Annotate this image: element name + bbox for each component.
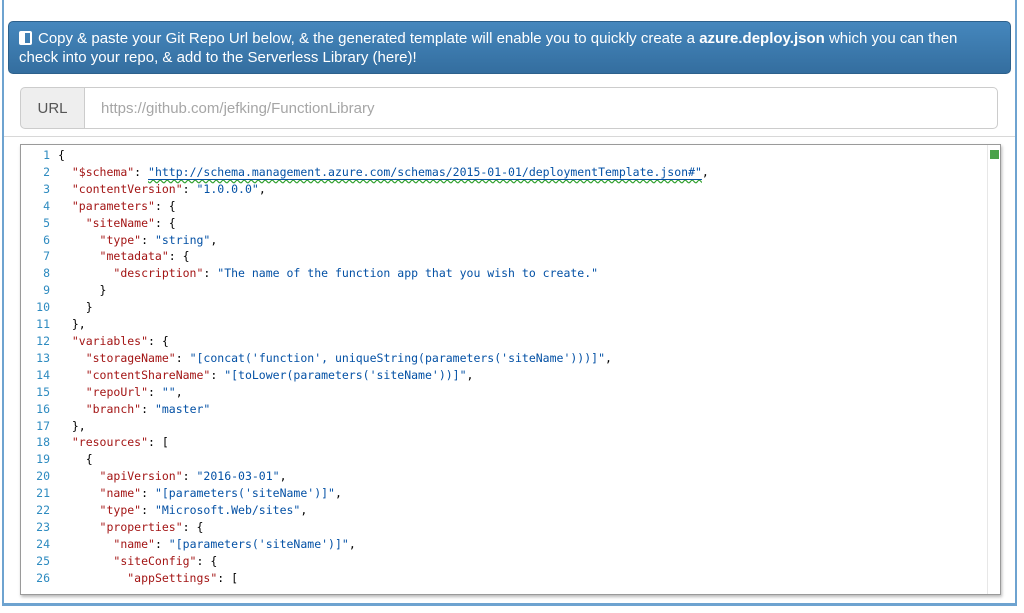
line-number: 22 bbox=[21, 502, 58, 519]
line-number: 1 bbox=[21, 147, 58, 164]
code-line[interactable]: 8 "description": "The name of the functi… bbox=[21, 265, 986, 282]
code-line[interactable]: 10 } bbox=[21, 299, 986, 316]
code-line[interactable]: 25 "siteConfig": { bbox=[21, 553, 986, 570]
code-text: "name": "[parameters('siteName')]", bbox=[58, 536, 356, 553]
code-text: "apiVersion": "2016-03-01", bbox=[58, 468, 287, 485]
code-line[interactable]: 4 "parameters": { bbox=[21, 198, 986, 215]
code-line[interactable]: 5 "siteName": { bbox=[21, 215, 986, 232]
code-text: }, bbox=[58, 418, 86, 435]
code-text: "contentVersion": "1.0.0.0", bbox=[58, 181, 266, 198]
line-number: 5 bbox=[21, 215, 58, 232]
line-number: 3 bbox=[21, 181, 58, 198]
code-text: "description": "The name of the function… bbox=[58, 265, 598, 282]
code-line[interactable]: 1{ bbox=[21, 147, 986, 164]
line-number: 13 bbox=[21, 350, 58, 367]
code-line[interactable]: 24 "name": "[parameters('siteName')]", bbox=[21, 536, 986, 553]
line-number: 10 bbox=[21, 299, 58, 316]
code-line[interactable]: 11 }, bbox=[21, 316, 986, 333]
code-line[interactable]: 22 "type": "Microsoft.Web/sites", bbox=[21, 502, 986, 519]
code-text: } bbox=[58, 282, 106, 299]
code-line[interactable]: 19 { bbox=[21, 451, 986, 468]
line-number: 23 bbox=[21, 519, 58, 536]
code-text: "type": "string", bbox=[58, 232, 217, 249]
line-number: 24 bbox=[21, 536, 58, 553]
banner-filename: azure.deploy.json bbox=[699, 30, 825, 47]
line-number: 9 bbox=[21, 282, 58, 299]
code-text: "parameters": { bbox=[58, 198, 176, 215]
code-text: { bbox=[58, 147, 65, 164]
schema-url-link[interactable]: "http://schema.management.azure.com/sche… bbox=[148, 165, 702, 179]
url-label: URL bbox=[20, 87, 84, 129]
line-number: 20 bbox=[21, 468, 58, 485]
line-number: 14 bbox=[21, 367, 58, 384]
code-text: } bbox=[58, 299, 93, 316]
overview-ruler-scrollbar[interactable] bbox=[987, 145, 1000, 594]
code-text: "contentShareName": "[toLower(parameters… bbox=[58, 367, 473, 384]
code-line[interactable]: 7 "metadata": { bbox=[21, 248, 986, 265]
section-divider bbox=[4, 136, 1015, 137]
warning-marker[interactable] bbox=[990, 150, 999, 159]
code-text: "variables": { bbox=[58, 333, 169, 350]
code-line[interactable]: 15 "repoUrl": "", bbox=[21, 384, 986, 401]
line-number: 2 bbox=[21, 164, 58, 181]
code-text: "appSettings": [ bbox=[58, 570, 238, 587]
code-line[interactable]: 14 "contentShareName": "[toLower(paramet… bbox=[21, 367, 986, 384]
code-line[interactable]: 12 "variables": { bbox=[21, 333, 986, 350]
code-line[interactable]: 16 "branch": "master" bbox=[21, 401, 986, 418]
line-number: 12 bbox=[21, 333, 58, 350]
code-text: "siteName": { bbox=[58, 215, 176, 232]
code-line[interactable]: 23 "properties": { bbox=[21, 519, 986, 536]
code-text: "siteConfig": { bbox=[58, 553, 217, 570]
line-number: 4 bbox=[21, 198, 58, 215]
git-repo-url-input[interactable] bbox=[84, 87, 998, 129]
code-text: "metadata": { bbox=[58, 248, 190, 265]
code-line[interactable]: 13 "storageName": "[concat('function', u… bbox=[21, 350, 986, 367]
code-line[interactable]: 3 "contentVersion": "1.0.0.0", bbox=[21, 181, 986, 198]
line-number: 19 bbox=[21, 451, 58, 468]
line-number: 18 bbox=[21, 434, 58, 451]
code-text: }, bbox=[58, 316, 86, 333]
line-number: 6 bbox=[21, 232, 58, 249]
line-number: 16 bbox=[21, 401, 58, 418]
code-line[interactable]: 18 "resources": [ bbox=[21, 434, 986, 451]
code-text: "properties": { bbox=[58, 519, 203, 536]
banner-text-start: Copy & paste your Git Repo Url below, & … bbox=[38, 30, 699, 47]
code-line[interactable]: 9 } bbox=[21, 282, 986, 299]
page-frame: Copy & paste your Git Repo Url below, & … bbox=[2, 0, 1017, 606]
code-text: "$schema": "http://schema.management.azu… bbox=[58, 164, 709, 181]
code-text: { bbox=[58, 451, 93, 468]
code-line[interactable]: 2 "$schema": "http://schema.management.a… bbox=[21, 164, 986, 181]
code-text: "storageName": "[concat('function', uniq… bbox=[58, 350, 612, 367]
code-text: "branch": "master" bbox=[58, 401, 210, 418]
code-text: "name": "[parameters('siteName')]", bbox=[58, 485, 342, 502]
line-number: 21 bbox=[21, 485, 58, 502]
code-text: "repoUrl": "", bbox=[58, 384, 183, 401]
line-number: 7 bbox=[21, 248, 58, 265]
code-text: "resources": [ bbox=[58, 434, 169, 451]
code-text: "type": "Microsoft.Web/sites", bbox=[58, 502, 307, 519]
line-number: 17 bbox=[21, 418, 58, 435]
line-number: 15 bbox=[21, 384, 58, 401]
code-lines: 1{2 "$schema": "http://schema.management… bbox=[21, 147, 986, 587]
line-number: 25 bbox=[21, 553, 58, 570]
copy-icon bbox=[19, 31, 32, 45]
code-line[interactable]: 6 "type": "string", bbox=[21, 232, 986, 249]
code-line[interactable]: 21 "name": "[parameters('siteName')]", bbox=[21, 485, 986, 502]
code-line[interactable]: 17 }, bbox=[21, 418, 986, 435]
line-number: 11 bbox=[21, 316, 58, 333]
instructions-banner: Copy & paste your Git Repo Url below, & … bbox=[8, 21, 1011, 74]
line-number: 8 bbox=[21, 265, 58, 282]
code-line[interactable]: 20 "apiVersion": "2016-03-01", bbox=[21, 468, 986, 485]
line-number: 26 bbox=[21, 570, 58, 587]
url-input-group: URL bbox=[20, 87, 998, 129]
json-code-editor[interactable]: 1{2 "$schema": "http://schema.management… bbox=[20, 144, 1001, 595]
code-line[interactable]: 26 "appSettings": [ bbox=[21, 570, 986, 587]
